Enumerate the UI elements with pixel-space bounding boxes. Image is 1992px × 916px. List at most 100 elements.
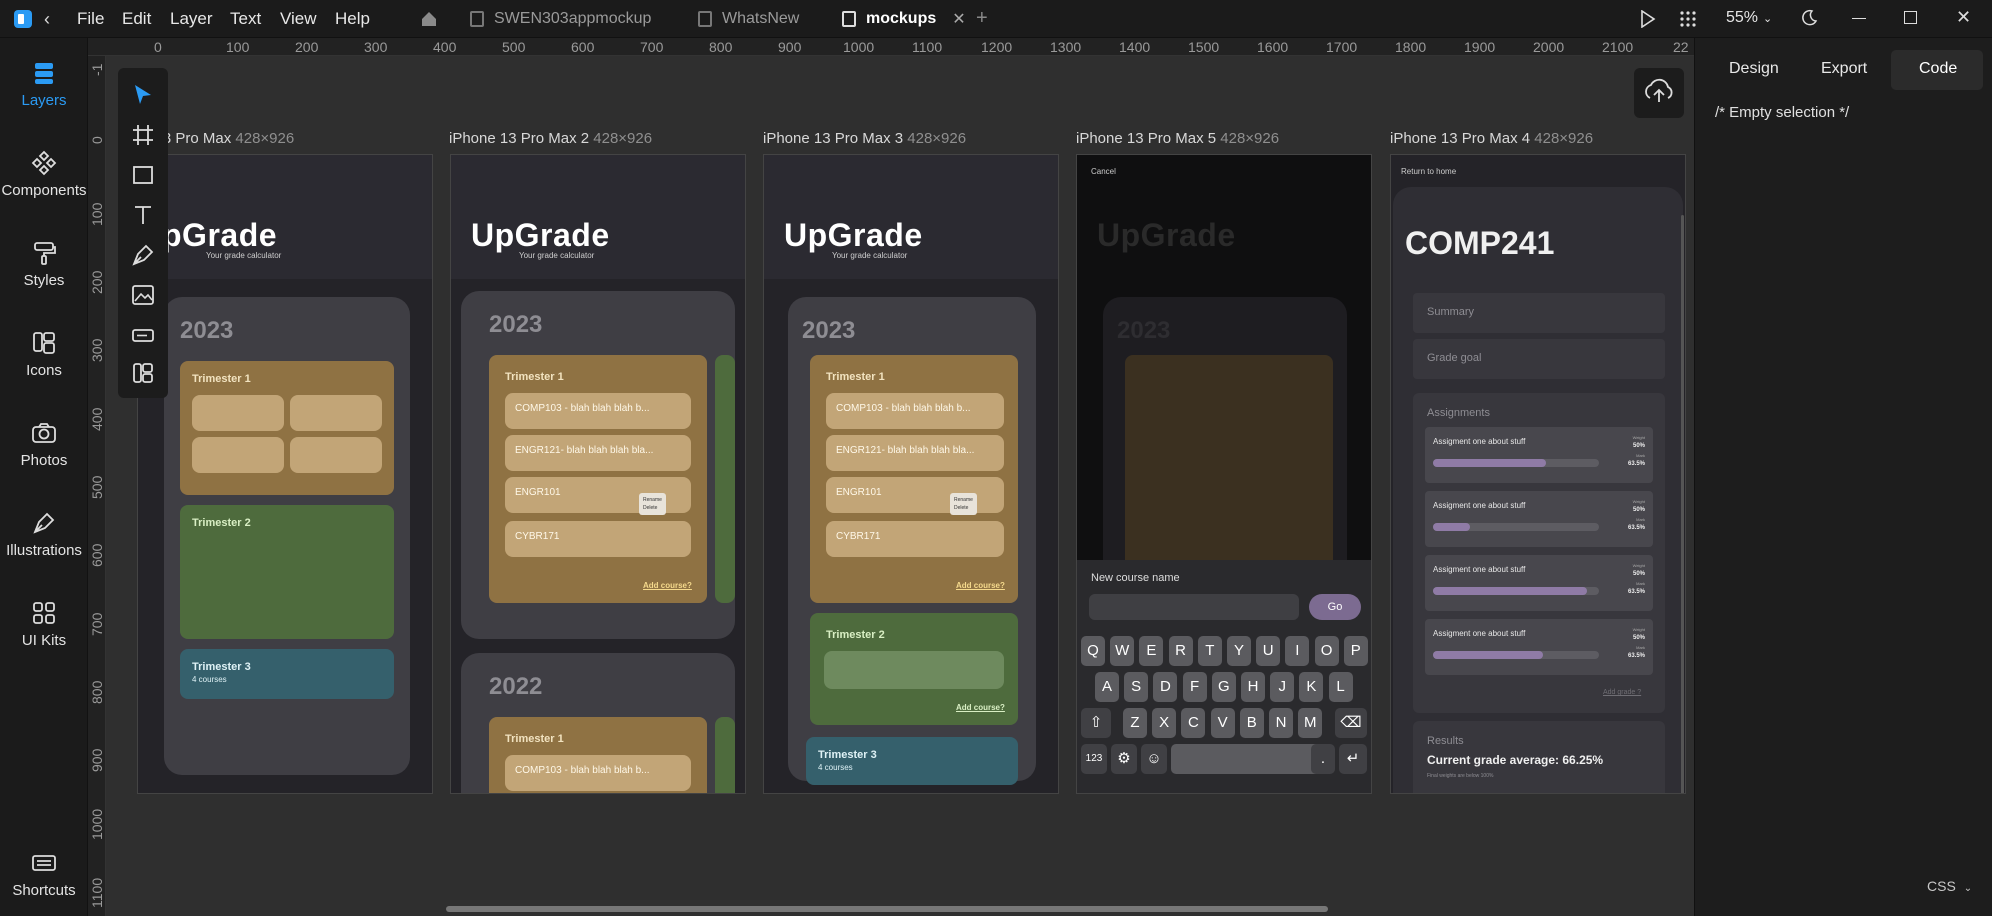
context-menu[interactable]: Rename Delete bbox=[950, 493, 977, 515]
settings-gear-icon[interactable]: ⚙ bbox=[1111, 744, 1137, 774]
key-m[interactable]: M bbox=[1298, 708, 1323, 738]
nav-styles[interactable]: Styles bbox=[0, 240, 88, 289]
nav-layers[interactable]: Layers bbox=[0, 60, 88, 109]
add-course-link[interactable]: Add course? bbox=[956, 703, 1005, 712]
assignment-row[interactable]: Assigment one about stuff Weight 50% Mar… bbox=[1425, 491, 1653, 547]
return-key[interactable]: ↵ bbox=[1339, 744, 1367, 774]
key-v[interactable]: V bbox=[1210, 708, 1235, 738]
components-tool-icon[interactable] bbox=[130, 360, 156, 386]
space-key[interactable] bbox=[1171, 744, 1321, 774]
maximize-icon[interactable] bbox=[1904, 11, 1917, 24]
dark-mode-moon-icon[interactable] bbox=[1800, 9, 1818, 32]
frame-label[interactable]: iPhone 13 Pro Max 2 428×926 bbox=[449, 130, 652, 147]
text-tool-icon[interactable] bbox=[130, 202, 156, 228]
trimester-card[interactable] bbox=[715, 355, 735, 603]
trimester-card[interactable]: Trimester 2 Add course? bbox=[810, 613, 1018, 725]
key-z[interactable]: Z bbox=[1123, 708, 1147, 738]
course-row[interactable]: COMP103 - blah blah blah b... bbox=[505, 755, 691, 791]
close-tab-icon[interactable]: ✕ bbox=[952, 9, 965, 29]
frame-label[interactable]: iPhone 13 Pro Max 5 428×926 bbox=[1076, 130, 1279, 147]
trimester-card[interactable]: Trimester 3 4 courses bbox=[180, 649, 394, 699]
numbers-key[interactable]: 123 bbox=[1081, 744, 1107, 774]
grade-goal-row[interactable]: Grade goal bbox=[1413, 339, 1665, 379]
frame-iphone-4[interactable]: Return to home COMP241 Summary Grade goa… bbox=[1390, 154, 1686, 794]
menu-file[interactable]: File bbox=[77, 9, 104, 29]
key-r[interactable]: R bbox=[1168, 636, 1193, 666]
course-tile[interactable] bbox=[824, 651, 1004, 689]
period-key[interactable]: . bbox=[1311, 744, 1335, 774]
frame-iphone-1[interactable]: pGrade Your grade calculator 2023 Trimes… bbox=[137, 154, 433, 794]
upload-cloud-button[interactable] bbox=[1634, 68, 1684, 118]
zoom-select[interactable]: 55% ⌄ bbox=[1726, 9, 1772, 27]
menu-text[interactable]: Text bbox=[230, 9, 261, 29]
key-i[interactable]: I bbox=[1285, 636, 1310, 666]
key-o[interactable]: O bbox=[1314, 636, 1339, 666]
backspace-key[interactable]: ⌫ bbox=[1335, 708, 1367, 738]
tab-export[interactable]: Export bbox=[1821, 60, 1867, 78]
assignment-row[interactable]: Assigment one about stuff Weight 50% Mar… bbox=[1425, 555, 1653, 611]
input-field-tool-icon[interactable] bbox=[130, 322, 156, 348]
delete-option[interactable]: Delete bbox=[643, 504, 662, 512]
frame-iphone-2[interactable]: UpGrade Your grade calculator 2023 Trime… bbox=[450, 154, 746, 794]
image-tool-icon[interactable] bbox=[130, 282, 156, 308]
nav-components[interactable]: Components bbox=[0, 150, 88, 199]
frame-iphone-5[interactable]: Cancel UpGrade 2023 New course name Go Q… bbox=[1076, 154, 1372, 794]
summary-row[interactable]: Summary bbox=[1413, 293, 1665, 333]
frame-scrollbar[interactable] bbox=[1681, 215, 1684, 793]
course-tile[interactable] bbox=[192, 437, 284, 473]
delete-option[interactable]: Delete bbox=[954, 504, 973, 512]
course-row[interactable]: COMP103 - blah blah blah b... bbox=[826, 393, 1004, 429]
course-row[interactable]: ENGR101 bbox=[826, 477, 1004, 513]
course-row[interactable]: COMP103 - blah blah blah b... bbox=[505, 393, 691, 429]
course-tile[interactable] bbox=[192, 395, 284, 431]
tab-code[interactable]: Code bbox=[1891, 50, 1983, 90]
key-t[interactable]: T bbox=[1197, 636, 1222, 666]
context-menu[interactable]: Rename Delete bbox=[639, 493, 666, 515]
trimester-card[interactable]: Trimester 1 COMP103 - blah blah blah b..… bbox=[489, 355, 707, 603]
key-y[interactable]: Y bbox=[1227, 636, 1251, 666]
nav-photos[interactable]: Photos bbox=[0, 420, 88, 469]
grid-icon[interactable] bbox=[1680, 11, 1696, 32]
course-row[interactable]: CYBR171 bbox=[505, 521, 691, 557]
menu-edit[interactable]: Edit bbox=[122, 9, 151, 29]
assignment-row[interactable]: Assigment one about stuff Weight 50% Mar… bbox=[1425, 619, 1653, 675]
key-j[interactable]: J bbox=[1270, 672, 1295, 702]
course-tile[interactable] bbox=[290, 395, 382, 431]
trimester-card[interactable]: Trimester 2 bbox=[180, 505, 394, 639]
new-tab-icon[interactable]: + bbox=[976, 7, 988, 30]
course-tile[interactable] bbox=[290, 437, 382, 473]
key-f[interactable]: F bbox=[1182, 672, 1207, 702]
frame-iphone-3[interactable]: UpGrade Your grade calculator 2023 Trime… bbox=[763, 154, 1059, 794]
menu-help[interactable]: Help bbox=[335, 9, 370, 29]
frame-label[interactable]: iPhone 13 Pro Max 4 428×926 bbox=[1390, 130, 1593, 147]
key-x[interactable]: X bbox=[1152, 708, 1177, 738]
nav-ui-kits[interactable]: UI Kits bbox=[0, 600, 88, 649]
return-home-link[interactable]: Return to home bbox=[1401, 167, 1456, 176]
add-course-link[interactable]: Add course? bbox=[643, 581, 692, 590]
play-icon[interactable] bbox=[1640, 9, 1656, 33]
menu-layer[interactable]: Layer bbox=[170, 9, 213, 29]
key-p[interactable]: P bbox=[1343, 636, 1368, 666]
cancel-link[interactable]: Cancel bbox=[1091, 167, 1116, 176]
rename-option[interactable]: Rename bbox=[954, 496, 973, 504]
trimester-card[interactable]: Trimester 1 COMP103 - blah blah blah b..… bbox=[810, 355, 1018, 603]
frame-label[interactable]: iPhone 13 Pro Max 3 428×926 bbox=[763, 130, 966, 147]
rename-option[interactable]: Rename bbox=[643, 496, 662, 504]
assignment-row[interactable]: Assigment one about stuff Weight 50% Mar… bbox=[1425, 427, 1653, 483]
go-button[interactable]: Go bbox=[1309, 594, 1361, 620]
trimester-card[interactable]: Trimester 3 4 courses bbox=[806, 737, 1018, 785]
menu-view[interactable]: View bbox=[280, 9, 317, 29]
course-row[interactable]: ENGR121- blah blah blah bla... bbox=[505, 435, 691, 471]
trimester-card[interactable]: Trimester 1 COMP103 - blah blah blah b..… bbox=[489, 717, 707, 793]
close-window-icon[interactable]: ✕ bbox=[1956, 7, 1971, 28]
tab-swen303appmockup[interactable]: SWEN303appmockup bbox=[470, 0, 651, 38]
tab-whatsnew[interactable]: WhatsNew bbox=[698, 0, 799, 38]
key-l[interactable]: L bbox=[1328, 672, 1353, 702]
key-h[interactable]: H bbox=[1241, 672, 1265, 702]
minimize-icon[interactable] bbox=[1852, 18, 1866, 19]
frame-tool-icon[interactable] bbox=[130, 122, 156, 148]
nav-illustrations[interactable]: Illustrations bbox=[0, 510, 88, 559]
key-q[interactable]: Q bbox=[1081, 636, 1105, 666]
canvas-horizontal-scrollbar[interactable] bbox=[446, 906, 1328, 912]
emoji-icon[interactable]: ☺ bbox=[1141, 744, 1167, 774]
